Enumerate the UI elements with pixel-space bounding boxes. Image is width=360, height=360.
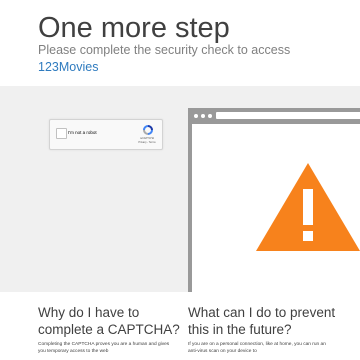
- recaptcha-widget[interactable]: I'm not a robot reCAPTCHA Privacy - Term…: [49, 119, 163, 150]
- browser-dot-icon: [208, 114, 212, 118]
- page: One more step Please complete the securi…: [0, 0, 360, 360]
- recaptcha-checkbox[interactable]: [56, 128, 67, 139]
- why-body: Completing the CAPTCHA proves you are a …: [38, 342, 170, 354]
- page-title: One more step: [38, 12, 230, 44]
- recaptcha-links[interactable]: Privacy - Terms: [134, 141, 160, 144]
- browser-dot-icon: [194, 114, 198, 118]
- why-heading: Why do I have to complete a CAPTCHA?: [38, 305, 180, 337]
- recaptcha-brand: reCAPTCHA: [139, 137, 155, 140]
- page-subtitle: Please complete the security check to ac…: [38, 43, 291, 57]
- browser-address-bar: [216, 112, 360, 119]
- prevent-heading: What can I do to prevent this in the fut…: [188, 305, 336, 337]
- prevent-body: If you are on a personal connection, lik…: [188, 342, 326, 354]
- site-name: 123Movies: [38, 60, 99, 74]
- header: One more step Please complete the securi…: [0, 0, 360, 86]
- recaptcha-logo-icon: [143, 125, 153, 135]
- recaptcha-label: I'm not a robot: [68, 130, 97, 135]
- browser-dot-icon: [201, 114, 205, 118]
- warning-triangle-icon: [256, 163, 360, 251]
